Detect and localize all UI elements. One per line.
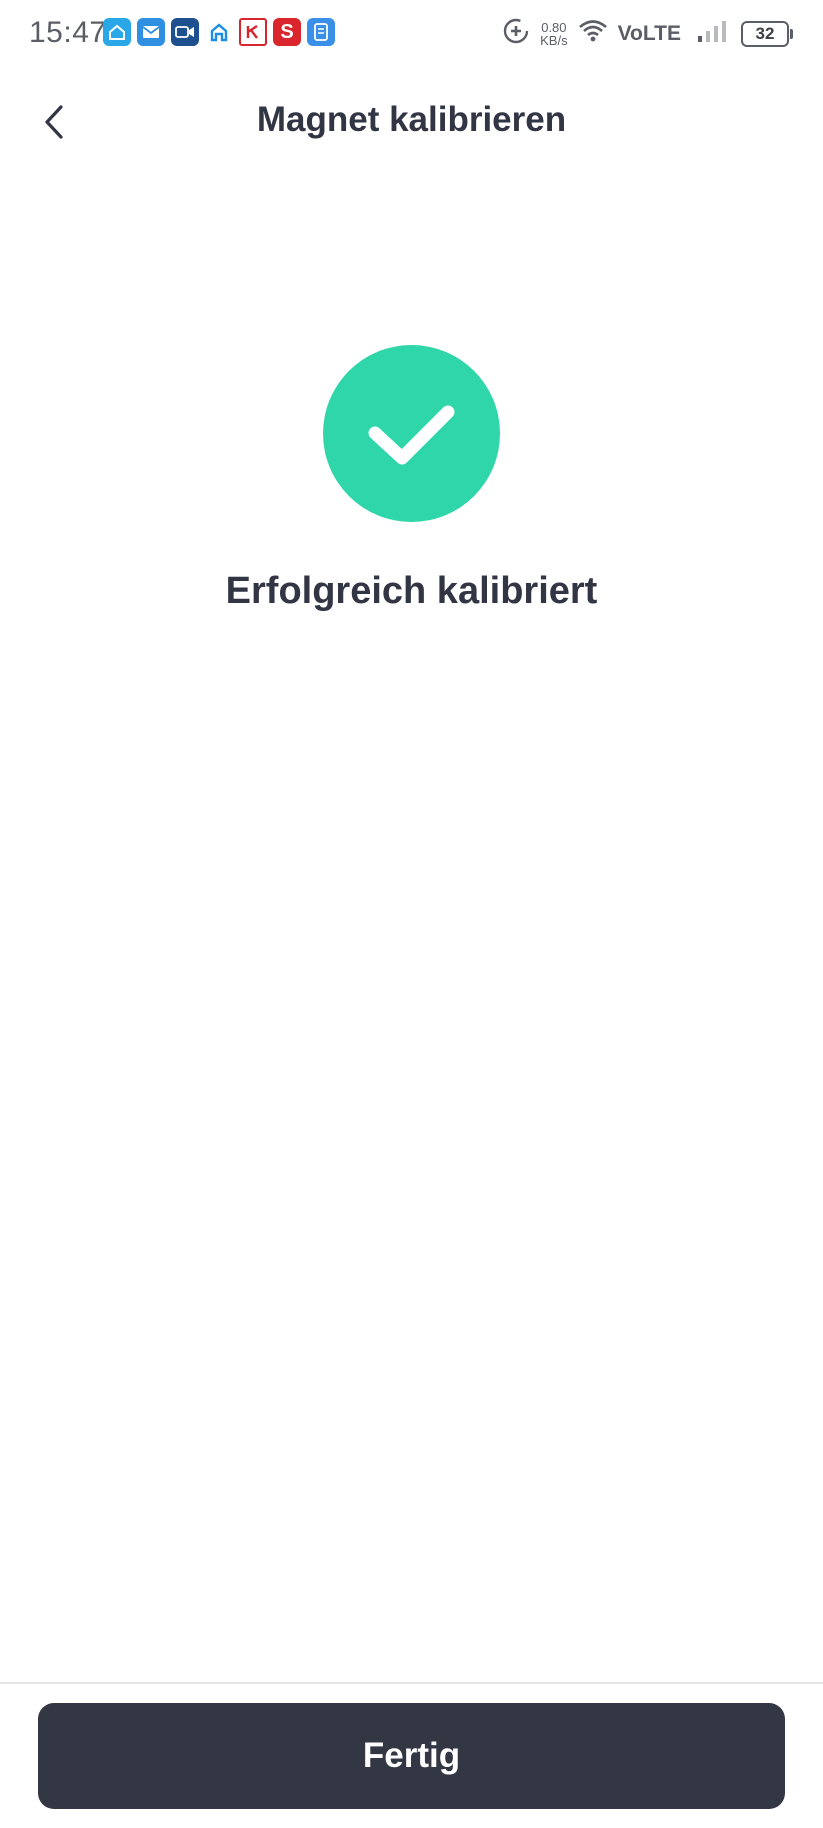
success-icon <box>323 345 500 522</box>
kaufland-icon <box>239 18 267 46</box>
network-speed: 0.80 KB/s <box>540 21 567 47</box>
network-type: VoLTE <box>617 21 681 45</box>
video-call-icon <box>171 18 199 46</box>
notification-icons: S <box>103 18 335 46</box>
network-speed-unit: KB/s <box>540 32 568 48</box>
network-speed-value: 0.80 <box>541 19 567 35</box>
page-title: Magnet kalibrieren <box>256 100 567 139</box>
battery-indicator: 32 <box>741 20 793 47</box>
done-button[interactable]: Fertig <box>38 1703 785 1809</box>
home-app-icon <box>103 18 131 46</box>
status-time: 15:47 <box>29 16 107 49</box>
wifi-icon <box>578 19 608 48</box>
footer-divider <box>0 1682 823 1684</box>
status-bar: 15:47 S 0.80 KB/s VoLTE 32 <box>0 0 823 66</box>
signal-icon <box>697 19 731 48</box>
scan-app-icon <box>307 18 335 46</box>
status-right: 0.80 KB/s VoLTE 32 <box>502 17 793 50</box>
mail-app-icon <box>137 18 165 46</box>
data-saver-icon <box>502 17 530 50</box>
success-message: Erfolgreich kalibriert <box>225 570 598 612</box>
checkmark-icon <box>368 405 454 464</box>
s-app-icon: S <box>273 18 301 46</box>
home-outline-icon <box>205 18 233 46</box>
header: Magnet kalibrieren <box>0 80 823 164</box>
